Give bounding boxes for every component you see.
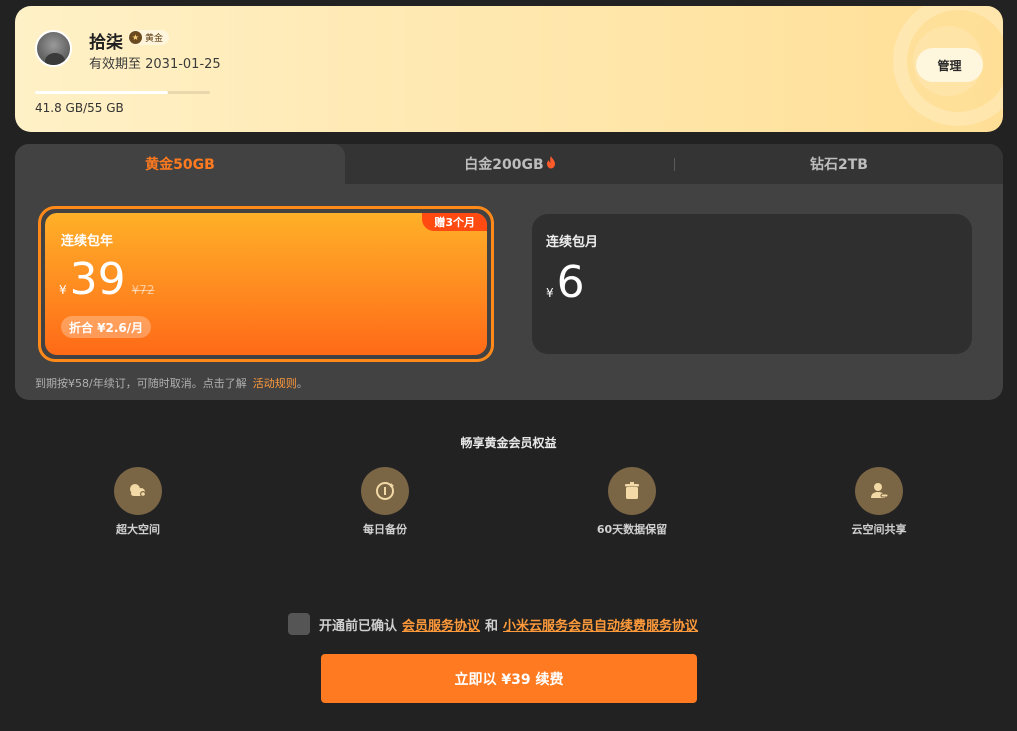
renewal-note-text: 到期按¥58/年续订，可随时取消。点击了解 (35, 377, 247, 390)
benefits-title: 畅享黄金会员权益 (460, 436, 557, 450)
avatar[interactable] (35, 30, 72, 67)
fire-icon (546, 156, 556, 172)
benefit-item[interactable]: 60天数据保留 (572, 467, 692, 537)
benefit-label: 超大空间 (116, 523, 160, 536)
tab-platinum[interactable]: 白金200GB (345, 144, 675, 184)
trash-icon (608, 467, 656, 515)
backup-icon (361, 467, 409, 515)
renewal-note: 到期按¥58/年续订，可随时取消。点击了解 活动规则。 (35, 375, 308, 391)
benefit-item[interactable]: 每日备份 (325, 467, 445, 537)
star-badge-icon: ★ (129, 31, 142, 44)
renew-button[interactable]: 立即以 ¥39 续费 (321, 654, 697, 703)
rules-link[interactable]: 活动规则 (253, 377, 297, 390)
storage-progress-fill (35, 91, 168, 94)
manage-button[interactable]: 管理 (916, 48, 983, 82)
tab-gold[interactable]: 黄金50GB (15, 144, 345, 184)
share-user-icon (855, 467, 903, 515)
currency-symbol: ¥ (546, 286, 554, 300)
agreement-checkbox[interactable] (288, 613, 310, 635)
storage-progress-bar (35, 91, 210, 94)
gift-tag: 赠3个月 (422, 213, 487, 231)
member-agreement-link[interactable]: 会员服务协议 (402, 615, 480, 634)
agreement-row: 开通前已确认 会员服务协议 和 小米云服务会员自动续费服务协议 (288, 612, 703, 636)
member-badge: ★ 黄金 (128, 30, 170, 45)
plan-panel: 黄金50GB 白金200GB 钻石2TB 赠3个月 连续包年 ¥ 39 ¥72 … (15, 144, 1003, 400)
member-badge-label: 黄金 (145, 34, 164, 44)
benefit-label: 每日备份 (363, 523, 407, 536)
cloud-icon (114, 467, 162, 515)
plan-card-yearly[interactable]: 赠3个月 连续包年 ¥ 39 ¥72 折合 ¥2.6/月 (38, 206, 494, 362)
validity-date: 有效期至 2031-01-25 (89, 57, 221, 72)
price-value: 6 (556, 257, 585, 308)
plan-yearly-title: 连续包年 (61, 234, 114, 249)
original-price: ¥72 (131, 283, 155, 297)
currency-symbol: ¥ (59, 283, 67, 297)
plan-yearly-price: ¥ 39 ¥72 (59, 255, 155, 305)
auto-renew-agreement-link[interactable]: 小米云服务会员自动续费服务协议 (503, 615, 698, 634)
benefit-label: 60天数据保留 (596, 523, 668, 536)
plan-monthly-title: 连续包月 (546, 235, 599, 250)
renewal-note-suffix: 。 (296, 377, 308, 390)
member-header-card: 拾柒 ★ 黄金 有效期至 2031-01-25 41.8 GB/55 GB 管理 (15, 6, 1003, 132)
tab-platinum-label: 白金200GB (464, 157, 544, 173)
tab-gold-label: 黄金50GB (145, 157, 215, 173)
benefit-item[interactable]: 超大空间 (78, 467, 198, 537)
benefit-item[interactable]: 云空间共享 (819, 467, 939, 537)
price-value: 39 (69, 254, 126, 305)
plan-monthly-price: ¥ 6 (546, 258, 585, 308)
username: 拾柒 (89, 33, 123, 53)
unit-price-badge: 折合 ¥2.6/月 (61, 316, 152, 338)
agreement-and: 和 (485, 618, 499, 634)
tab-diamond[interactable]: 钻石2TB (675, 144, 1003, 184)
storage-usage-text: 41.8 GB/55 GB (35, 101, 124, 115)
benefit-label: 云空间共享 (851, 523, 907, 536)
plan-card-yearly-body: 赠3个月 连续包年 ¥ 39 ¥72 折合 ¥2.6/月 (45, 213, 487, 355)
plan-card-monthly[interactable]: 连续包月 ¥ 6 (532, 214, 972, 354)
tab-diamond-label: 钻石2TB (810, 157, 868, 173)
plan-tab-bar: 黄金50GB 白金200GB 钻石2TB (15, 144, 1003, 184)
agreement-prefix: 开通前已确认 (319, 618, 398, 634)
